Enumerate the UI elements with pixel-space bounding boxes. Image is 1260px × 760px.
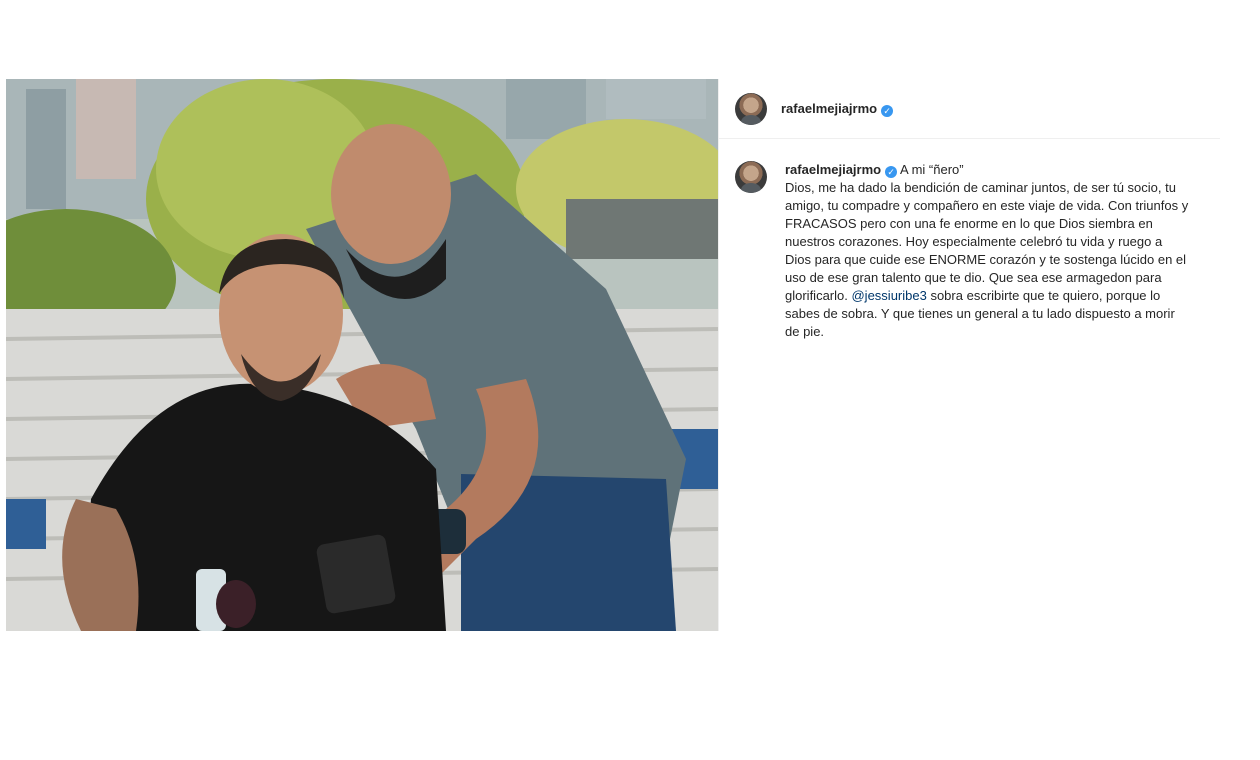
caption-mention-link[interactable]: @jessiuribe3 [851,288,926,303]
post-photo[interactable] [6,79,718,631]
post-header: rafaelmejiajrmo ✓ [719,79,1220,139]
caption-title: A mi “ñero” [900,162,964,177]
caption-text-block: rafaelmejiajrmo ✓ A mi “ñero” Dios, me ha… [785,161,1189,341]
instagram-post: rafaelmejiajrmo ✓ rafaelmejiajrmo ✓ A mi “… [6,79,1220,631]
author-username[interactable]: rafaelmejiajrmo ✓ [781,101,894,117]
verified-badge-icon: ✓ [881,104,894,117]
post-caption: rafaelmejiajrmo ✓ A mi “ñero” Dios, me ha… [719,139,1220,341]
author-avatar[interactable] [735,92,767,125]
post-sidebar: rafaelmejiajrmo ✓ rafaelmejiajrmo ✓ A mi “… [718,79,1220,631]
caption-username[interactable]: rafaelmejiajrmo [785,162,881,177]
caption-author-avatar[interactable] [735,161,767,193]
verified-badge-icon: ✓ [885,166,898,178]
author-username-text[interactable]: rafaelmejiajrmo [781,101,877,116]
caption-text: Dios, me ha dado la bendición de caminar… [785,180,1189,303]
post-photo-illustration [6,79,718,631]
